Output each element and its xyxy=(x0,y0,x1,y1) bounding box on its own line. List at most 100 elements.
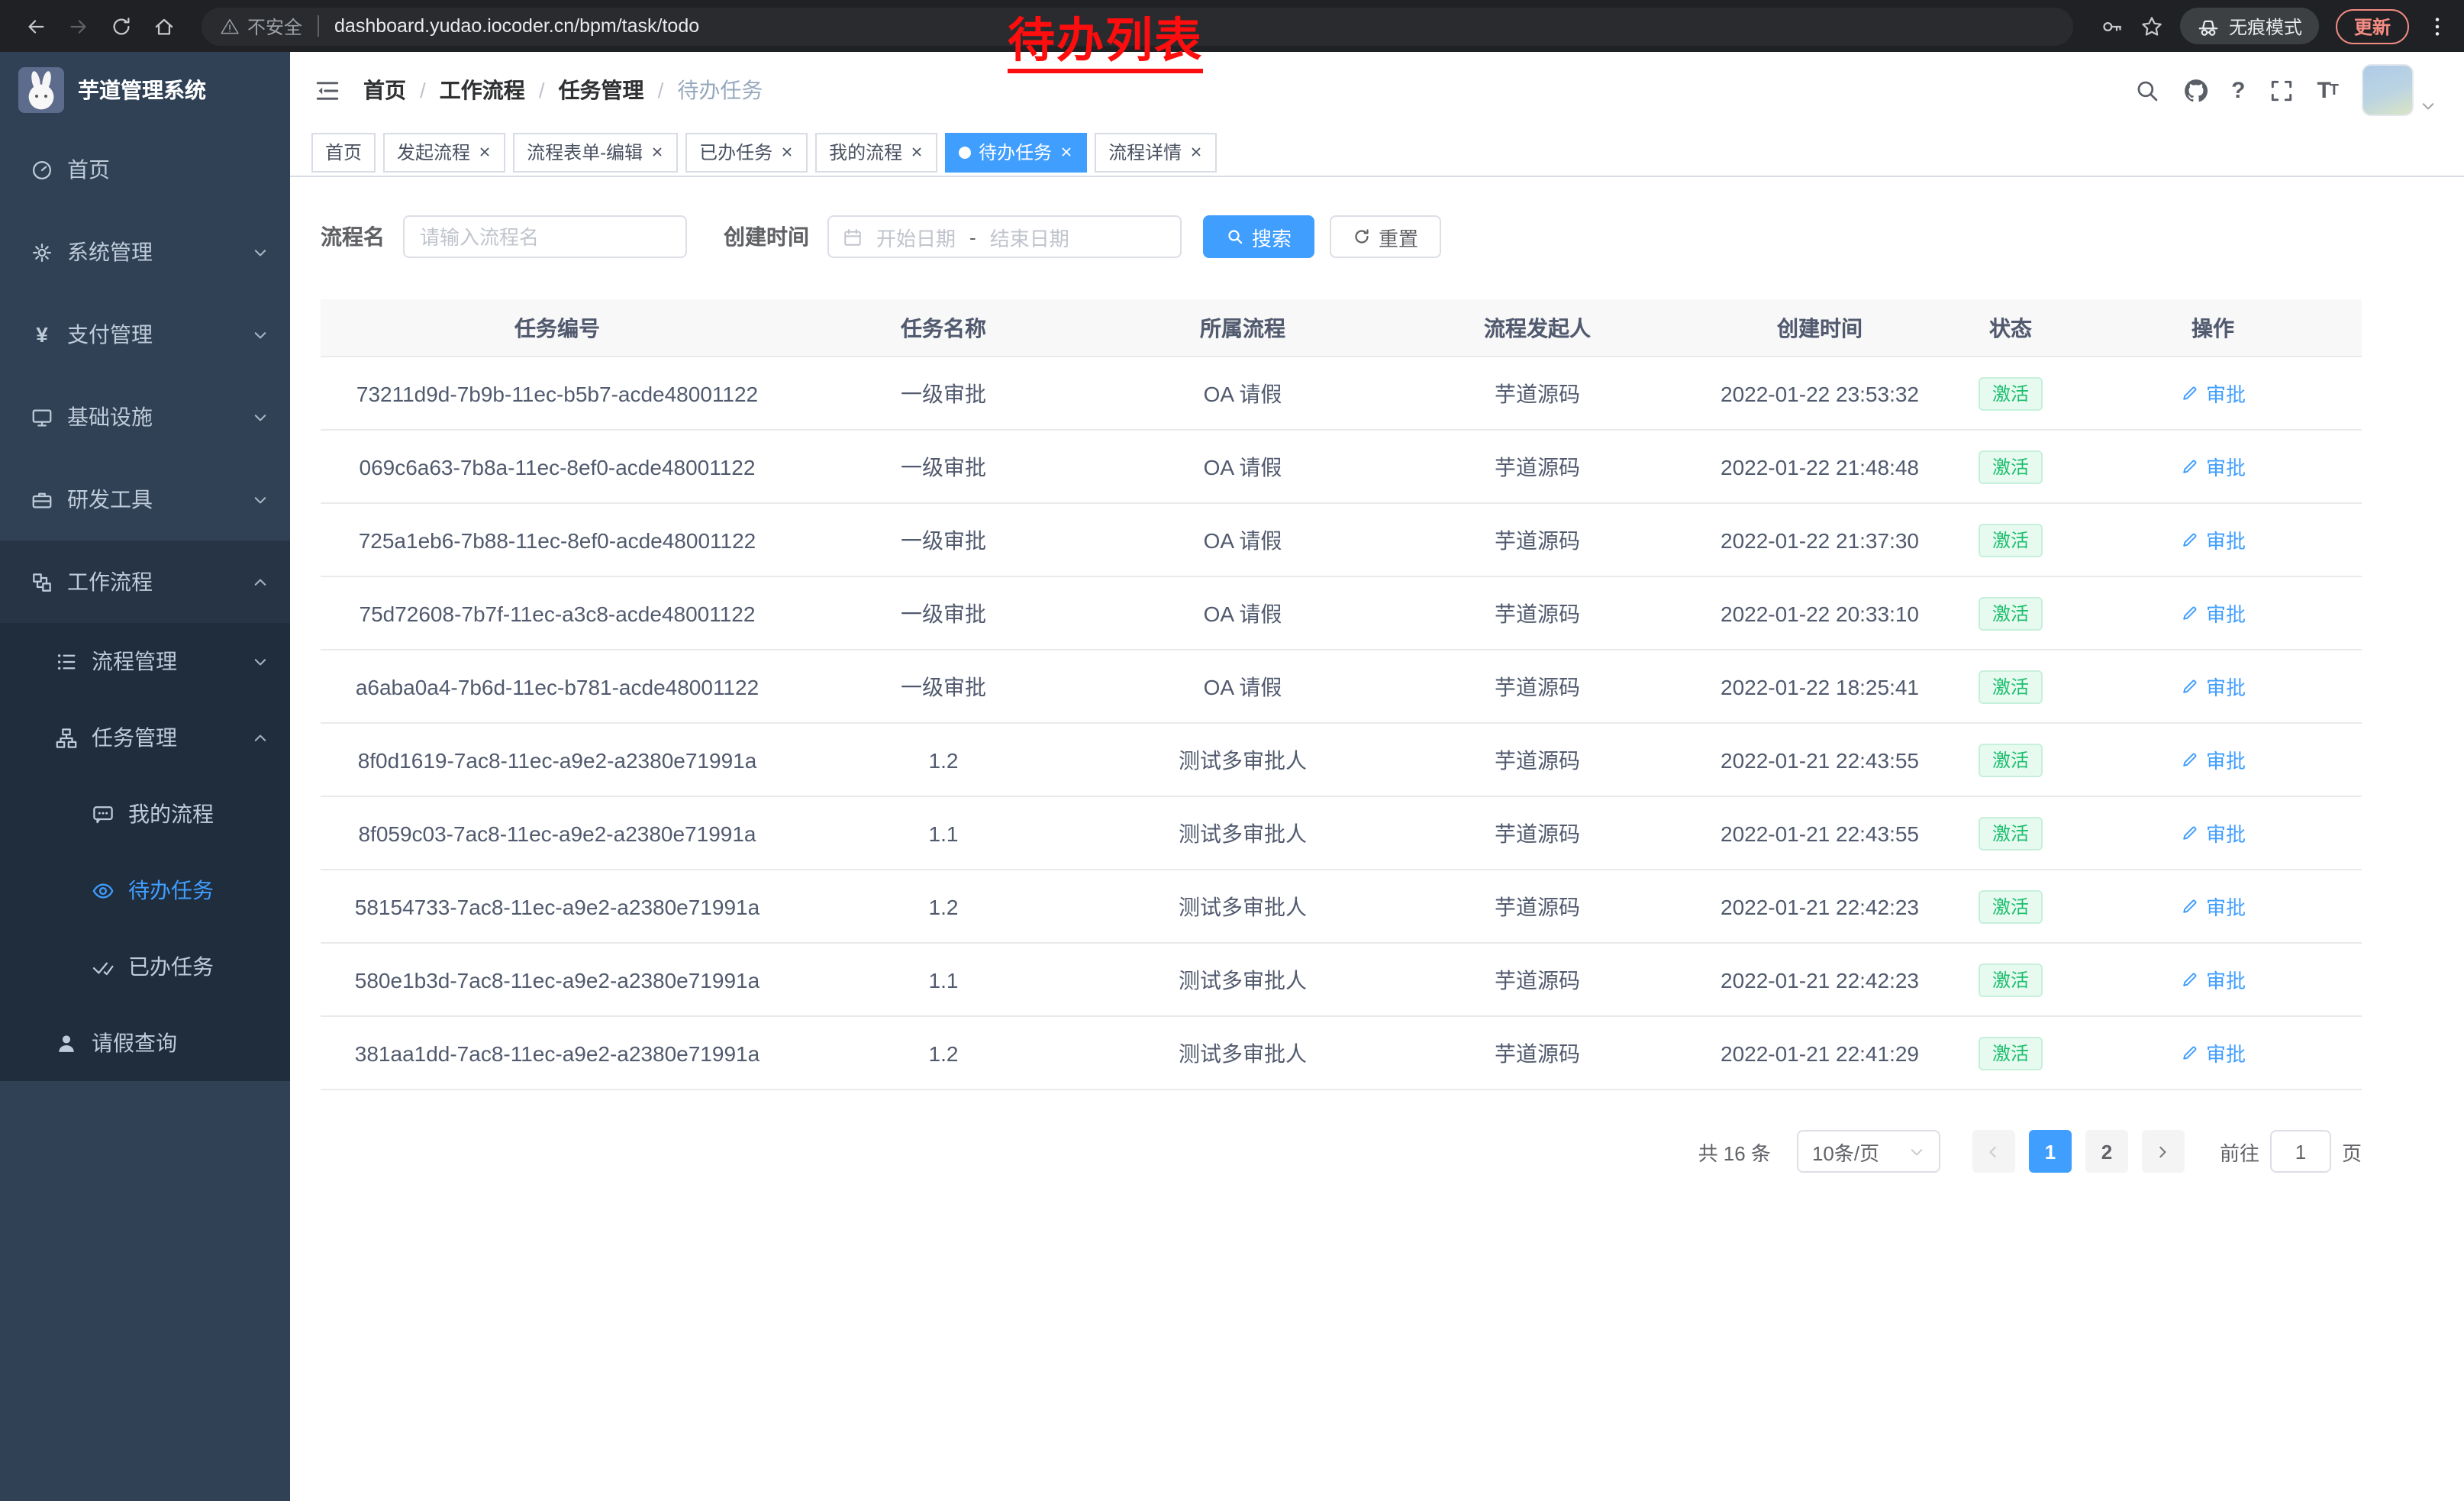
sidebar-item-infrastructure[interactable]: 基础设施 xyxy=(0,376,290,458)
cell-task-id: 8f0d1619-7ac8-11ec-a9e2-a2380e71991a xyxy=(321,723,794,796)
goto-page-input[interactable] xyxy=(2270,1130,2331,1173)
gear-icon xyxy=(31,240,53,263)
font-size-glyph-small: T xyxy=(2330,82,2339,98)
approve-link[interactable]: 审批 xyxy=(2180,818,2246,847)
user-avatar[interactable] xyxy=(2362,64,2437,116)
goto-page: 前往 页 xyxy=(2220,1130,2362,1173)
filter-bar: 流程名 创建时间 开始日期 - 结束日期 搜索 重置 xyxy=(321,215,2464,258)
monitor-icon xyxy=(31,405,53,428)
tab-done-tasks[interactable]: 已办任务 xyxy=(685,132,808,172)
sidebar-item-my-process[interactable]: 我的流程 xyxy=(0,776,290,852)
approve-label: 审批 xyxy=(2206,745,2246,774)
close-icon[interactable] xyxy=(1059,145,1073,159)
collapse-sidebar-icon[interactable] xyxy=(314,77,340,103)
cell-process: 测试多审批人 xyxy=(1093,1016,1392,1089)
annotation-overlay: 待办列表 xyxy=(1008,17,1203,73)
breadcrumb: 首页 / 工作流程 / 任务管理 / 待办任务 xyxy=(363,75,763,105)
search-icon[interactable] xyxy=(2133,77,2159,103)
approve-link[interactable]: 审批 xyxy=(2180,452,2246,481)
cell-process: 测试多审批人 xyxy=(1093,723,1392,796)
fullscreen-icon[interactable] xyxy=(2268,77,2294,103)
approve-label: 审批 xyxy=(2206,452,2246,481)
approve-link[interactable]: 审批 xyxy=(2180,599,2246,628)
search-button-label: 搜索 xyxy=(1252,222,1292,251)
incognito-badge[interactable]: 无痕模式 xyxy=(2180,8,2319,44)
github-icon[interactable] xyxy=(2182,77,2208,103)
search-button[interactable]: 搜索 xyxy=(1203,215,1314,258)
forward-icon[interactable] xyxy=(58,6,98,46)
cell-status: 激活 xyxy=(1957,650,2064,723)
back-icon[interactable] xyxy=(15,6,55,46)
refresh-icon[interactable] xyxy=(101,6,140,46)
cell-starter: 芋道源码 xyxy=(1392,796,1682,870)
column-task-name: 任务名称 xyxy=(794,299,1093,357)
sidebar-item-label: 已办任务 xyxy=(128,951,269,982)
tab-home[interactable]: 首页 xyxy=(311,132,376,172)
close-icon[interactable] xyxy=(1189,145,1203,159)
breadcrumb-workflow[interactable]: 工作流程 xyxy=(440,75,525,105)
edit-icon xyxy=(2180,1043,2200,1063)
approve-link[interactable]: 审批 xyxy=(2180,745,2246,774)
key-icon[interactable] xyxy=(2101,15,2124,37)
close-icon[interactable] xyxy=(780,145,794,159)
bookmark-star-icon[interactable] xyxy=(2140,15,2163,37)
approve-link[interactable]: 审批 xyxy=(2180,1038,2246,1067)
date-range-picker[interactable]: 开始日期 - 结束日期 xyxy=(827,215,1182,258)
next-page-button[interactable] xyxy=(2142,1130,2185,1173)
page-button-1[interactable]: 1 xyxy=(2029,1130,2072,1173)
approve-link[interactable]: 审批 xyxy=(2180,525,2246,554)
tab-my-process[interactable]: 我的流程 xyxy=(815,132,937,172)
sidebar-item-process-mgmt[interactable]: 流程管理 xyxy=(0,623,290,699)
sidebar-item-task-mgmt[interactable]: 任务管理 xyxy=(0,699,290,776)
column-process: 所属流程 xyxy=(1093,299,1392,357)
font-size-icon[interactable]: TT xyxy=(2317,77,2339,103)
toolbox-icon xyxy=(31,488,53,511)
sidebar-item-system-mgmt[interactable]: 系统管理 xyxy=(0,211,290,293)
sidebar-item-workflow[interactable]: 工作流程 xyxy=(0,541,290,623)
sidebar-item-dev-tools[interactable]: 研发工具 xyxy=(0,458,290,541)
cell-task-id: 58154733-7ac8-11ec-a9e2-a2380e71991a xyxy=(321,870,794,943)
help-icon[interactable]: ? xyxy=(2231,77,2245,103)
sidebar-item-leave-query[interactable]: 请假查询 xyxy=(0,1005,290,1081)
close-icon[interactable] xyxy=(910,145,924,159)
chevron-down-icon xyxy=(1908,1143,1925,1160)
address-separator xyxy=(318,15,319,37)
cell-action: 审批 xyxy=(2064,503,2362,576)
tab-start-process[interactable]: 发起流程 xyxy=(383,132,505,172)
prev-page-button[interactable] xyxy=(1972,1130,2015,1173)
yen-icon: ¥ xyxy=(31,323,53,346)
sidebar-item-payment-mgmt[interactable]: ¥ 支付管理 xyxy=(0,293,290,376)
page-size-select[interactable]: 10条/页 xyxy=(1797,1130,1940,1173)
sidebar-item-done-tasks[interactable]: 已办任务 xyxy=(0,928,290,1005)
reset-button[interactable]: 重置 xyxy=(1330,215,1441,258)
chevron-up-icon xyxy=(252,729,269,746)
sidebar-item-home[interactable]: 首页 xyxy=(0,128,290,211)
cell-action: 审批 xyxy=(2064,650,2362,723)
page-button-2[interactable]: 2 xyxy=(2085,1130,2128,1173)
approve-link[interactable]: 审批 xyxy=(2180,379,2246,408)
process-name-input[interactable] xyxy=(403,215,687,258)
cell-status: 激活 xyxy=(1957,1016,2064,1089)
tab-process-form-edit[interactable]: 流程表单-编辑 xyxy=(513,132,678,172)
sidebar-submenu-workflow: 流程管理 任务管理 我的流程 待办任务 已办 xyxy=(0,623,290,1081)
approve-link[interactable]: 审批 xyxy=(2180,965,2246,994)
cell-process: OA 请假 xyxy=(1093,503,1392,576)
browser-menu-icon[interactable] xyxy=(2426,15,2449,37)
close-icon[interactable] xyxy=(478,145,492,159)
breadcrumb-home[interactable]: 首页 xyxy=(363,75,406,105)
tab-process-detail[interactable]: 流程详情 xyxy=(1095,132,1217,172)
edit-icon xyxy=(2180,603,2200,623)
home-icon[interactable] xyxy=(144,6,183,46)
breadcrumb-task-mgmt[interactable]: 任务管理 xyxy=(559,75,644,105)
tab-label: 首页 xyxy=(325,139,362,165)
column-status: 状态 xyxy=(1957,299,2064,357)
approve-link[interactable]: 审批 xyxy=(2180,672,2246,701)
tab-todo-tasks[interactable]: 待办任务 xyxy=(945,132,1087,172)
cell-task-id: 73211d9d-7b9b-11ec-b5b7-acde48001122 xyxy=(321,357,794,430)
sidebar-item-todo-tasks[interactable]: 待办任务 xyxy=(0,852,290,928)
cell-task-id: 069c6a63-7b8a-11ec-8ef0-acde48001122 xyxy=(321,430,794,503)
cell-created: 2022-01-21 22:43:55 xyxy=(1682,723,1957,796)
update-button[interactable]: 更新 xyxy=(2336,8,2409,44)
close-icon[interactable] xyxy=(650,145,664,159)
approve-link[interactable]: 审批 xyxy=(2180,892,2246,921)
